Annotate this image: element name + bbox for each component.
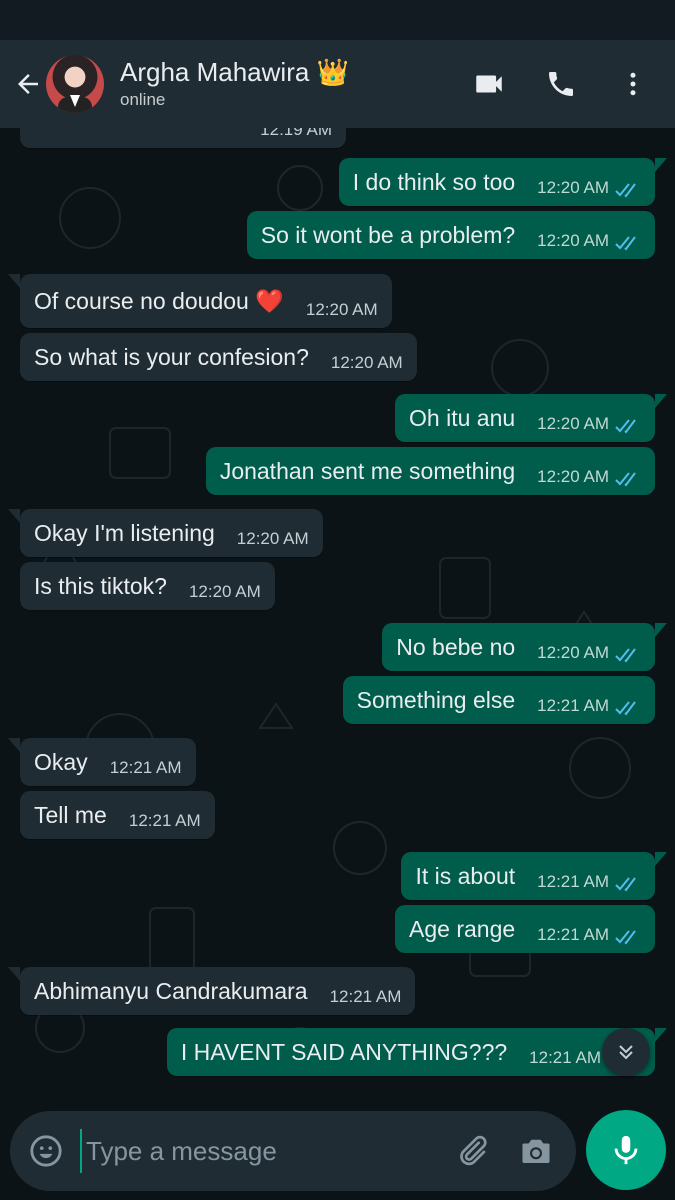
- message-text: Oh itu anu: [409, 404, 516, 431]
- message-text: Okay: [34, 748, 88, 775]
- message-time: 12:20 AM: [537, 467, 609, 486]
- video-call-button[interactable]: [467, 62, 511, 106]
- contact-name: Argha Mahawira 👑: [120, 57, 349, 87]
- message-time: 12:21 AM: [329, 987, 402, 1006]
- double-check-icon: [615, 471, 641, 487]
- double-check-icon: [615, 647, 641, 663]
- message-time: 12:20 AM: [537, 643, 609, 662]
- message-time: 12:20 AM: [236, 529, 309, 548]
- message-bubble-outgoing[interactable]: Oh itu anu 12:20 AM: [395, 394, 667, 442]
- message-time: 12:20 AM: [537, 414, 609, 433]
- message-text: So what is your confesion?: [34, 343, 309, 370]
- message-text: It is about: [415, 862, 516, 889]
- microphone-icon: [614, 1135, 638, 1165]
- message-bubble-outgoing[interactable]: It is about 12:21 AM: [401, 852, 667, 900]
- message-time: 12:21 AM: [537, 872, 609, 891]
- avatar[interactable]: [46, 55, 104, 113]
- double-check-icon: [615, 929, 641, 945]
- status-bar: [0, 0, 675, 40]
- message-bubble-outgoing[interactable]: I do think so too 12:20 AM: [338, 158, 668, 206]
- contact-status: online: [120, 90, 166, 109]
- double-check-icon: [615, 418, 641, 434]
- message-text: Something else: [356, 686, 516, 713]
- double-check-icon: [615, 876, 641, 892]
- message-time: 12:20 AM: [537, 231, 609, 250]
- double-check-icon: [615, 182, 641, 198]
- composer: [0, 1100, 675, 1200]
- more-vertical-icon: [630, 72, 636, 96]
- arrow-left-icon: [18, 74, 38, 94]
- camera-icon: [522, 1139, 550, 1163]
- emoji-icon: [30, 1135, 62, 1167]
- message-time: 12:19 AM: [260, 128, 332, 139]
- message-text: Okay I'm listening: [34, 519, 215, 546]
- message-time: 12:20 AM: [188, 582, 261, 601]
- message-text: Age range: [409, 915, 516, 942]
- message-bubble-outgoing[interactable]: So it wont be a problem? 12:20 AM: [246, 211, 655, 259]
- message-input-bar: [10, 1111, 576, 1191]
- message-text: Jonathan sent me something: [219, 457, 516, 484]
- message-bubble-outgoing[interactable]: Something else 12:21 AM: [342, 676, 655, 724]
- message-list[interactable]: 12:19 AM I do think so too 12:20 AM So i…: [0, 128, 675, 1100]
- message-text: I do think so too: [352, 168, 516, 195]
- message-bubble-incoming[interactable]: 12:19 AM: [20, 128, 346, 148]
- message-bubble-incoming[interactable]: Okay 12:21 AM: [8, 738, 196, 786]
- message-input[interactable]: [80, 1129, 440, 1173]
- message-bubble-incoming[interactable]: Of course no doudou ❤️ 12:20 AM: [8, 274, 392, 328]
- back-button[interactable]: [6, 62, 50, 106]
- message-text: Abhimanyu Candrakumara: [34, 977, 308, 1004]
- camera-button[interactable]: [514, 1129, 558, 1173]
- message-time: 12:20 AM: [305, 300, 378, 319]
- chevron-down-icon: [619, 1045, 633, 1060]
- scroll-to-bottom-button[interactable]: [602, 1028, 650, 1076]
- contact-info[interactable]: Argha Mahawira 👑 online: [120, 57, 349, 111]
- message-time: 12:21 AM: [537, 925, 609, 944]
- message-text: Is this tiktok?: [34, 572, 167, 599]
- video-call-icon: [476, 75, 502, 93]
- voice-call-button[interactable]: [539, 62, 583, 106]
- voice-message-button[interactable]: [586, 1110, 666, 1190]
- message-text: Tell me: [34, 801, 107, 828]
- message-bubble-incoming[interactable]: Is this tiktok? 12:20 AM: [20, 562, 275, 610]
- message-bubble-outgoing[interactable]: Age range 12:21 AM: [395, 905, 655, 953]
- double-check-icon: [615, 235, 641, 251]
- message-time: 12:21 AM: [109, 758, 182, 777]
- message-time: 12:20 AM: [537, 178, 609, 197]
- message-text: Of course no doudou ❤️: [34, 287, 284, 314]
- message-time: 12:21 AM: [529, 1048, 601, 1067]
- paperclip-icon: [460, 1135, 487, 1166]
- message-bubble-outgoing[interactable]: No bebe no 12:20 AM: [382, 623, 667, 671]
- double-check-icon: [615, 700, 641, 716]
- attach-button[interactable]: [450, 1129, 494, 1173]
- message-time: 12:21 AM: [128, 811, 201, 830]
- message-bubble-incoming[interactable]: Okay I'm listening 12:20 AM: [8, 509, 323, 557]
- message-text: So it wont be a problem?: [260, 221, 516, 248]
- message-bubble-incoming[interactable]: So what is your confesion? 12:20 AM: [20, 333, 417, 381]
- message-text: No bebe no: [396, 633, 516, 660]
- message-bubble-incoming[interactable]: Abhimanyu Candrakumara 12:21 AM: [7, 967, 416, 1015]
- message-bubble-outgoing[interactable]: Jonathan sent me something 12:20 AM: [205, 447, 655, 495]
- emoji-button[interactable]: [22, 1127, 70, 1175]
- more-options-button[interactable]: [611, 62, 655, 106]
- message-bubble-incoming[interactable]: Tell me 12:21 AM: [20, 791, 215, 839]
- message-bubble-outgoing[interactable]: I HAVENT SAID ANYTHING??? 12:21 AM: [166, 1028, 668, 1076]
- message-text: I HAVENT SAID ANYTHING???: [180, 1038, 508, 1065]
- chat-header: Argha Mahawira 👑 online: [0, 40, 675, 128]
- message-time: 12:20 AM: [330, 353, 403, 372]
- phone-icon: [549, 72, 573, 96]
- message-time: 12:21 AM: [537, 696, 609, 715]
